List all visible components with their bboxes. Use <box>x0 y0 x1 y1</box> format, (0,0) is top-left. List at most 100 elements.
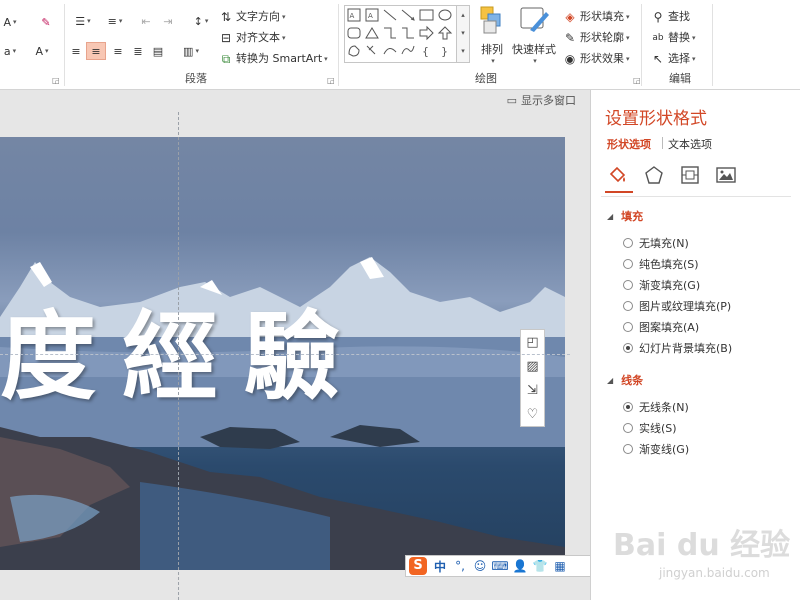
increase-indent-icon[interactable]: ⇥ <box>158 12 178 30</box>
find-button[interactable]: ⚲ 查找 <box>650 8 690 26</box>
cursor-arrow-icon: ↖ <box>652 52 664 66</box>
collapse-icon: ◢ <box>607 375 614 385</box>
fill-option[interactable]: 图案填充(A) <box>623 319 699 335</box>
pane-title: 设置形状格式 <box>605 109 707 129</box>
fill-section-header[interactable]: ◢ 填充 <box>607 208 643 224</box>
window-icon: ▭ <box>506 93 517 107</box>
ime-user-icon[interactable]: 👤 <box>510 559 530 573</box>
align-right-icon[interactable]: ≡ <box>108 42 128 60</box>
ime-chinese-mode[interactable]: 中 <box>430 558 450 575</box>
svg-text:A: A <box>350 12 355 20</box>
radio-circle-checked <box>623 343 633 353</box>
image-icon[interactable]: ▨ <box>521 354 544 378</box>
bullets-icon[interactable]: ☰ ▾ <box>68 12 98 30</box>
heart-icon[interactable]: ♡ <box>521 402 544 426</box>
binoculars-icon: ⚲ <box>653 10 663 24</box>
ime-skin-icon[interactable]: 👕 <box>530 559 550 573</box>
pen-icon: ✎ <box>564 31 576 45</box>
arrange-icon <box>480 6 501 34</box>
quick-styles-button[interactable]: 快速样式 ▾ <box>512 4 556 65</box>
effects-icon: ◉ <box>564 52 576 66</box>
line-spacing-icon[interactable]: ↕ ▾ <box>186 12 216 30</box>
ime-toolbox-icon[interactable]: ▦ <box>550 559 570 573</box>
radio-circle <box>623 301 633 311</box>
paint-bucket-icon: ◈ <box>565 10 575 24</box>
sogou-logo-icon[interactable]: S <box>409 557 427 575</box>
ribbon-separator <box>338 4 339 86</box>
quick-styles-icon <box>520 7 549 32</box>
font-color-button[interactable]: A ▾ <box>32 42 52 60</box>
picture-icon[interactable] <box>713 162 739 188</box>
align-left-icon[interactable]: ≡ <box>66 42 86 60</box>
tab-separator <box>662 137 663 149</box>
pane-divider <box>601 196 791 197</box>
ribbon-separator <box>64 4 65 86</box>
replace-icon: ab <box>652 33 664 43</box>
tab-shape-options[interactable]: 形状选项 <box>607 136 651 152</box>
text-direction-icon: ⇅ <box>220 10 232 24</box>
radio-circle <box>623 322 633 332</box>
font-group: A ▾ ✎ a ▾ A ▾ ◲ <box>0 0 64 89</box>
shape-style-icon[interactable]: ◰ <box>521 330 544 354</box>
vertical-guide <box>178 112 179 600</box>
shapes-gallery[interactable]: A A { } ▴ ▾ ▾ <box>344 5 470 63</box>
radio-circle <box>623 280 633 290</box>
text-direction-button[interactable]: ⇅ 文字方向 ▾ <box>218 8 286 26</box>
select-button[interactable]: ↖ 选择 ▾ <box>650 50 696 68</box>
horizontal-guide <box>0 354 570 355</box>
svg-text:{: { <box>422 45 429 58</box>
shape-effects-button[interactable]: ◉ 形状效果 ▾ <box>562 50 630 68</box>
editing-group-label: 编辑 <box>669 72 691 85</box>
distribute-icon[interactable]: ▤ <box>148 42 168 60</box>
floating-toolbar: ◰ ▨ ⇲ ♡ <box>520 329 545 427</box>
arrange-button[interactable]: 排列 ▾ <box>476 4 508 65</box>
show-multiple-windows[interactable]: ▭ 显示多窗口 <box>507 92 576 108</box>
drawing-dialog-launcher[interactable]: ◲ <box>633 76 641 85</box>
ime-keyboard-icon[interactable]: ⌨ <box>490 559 510 573</box>
font-shrink-button[interactable]: A ▾ <box>0 13 20 31</box>
format-shape-pane: 设置形状格式 形状选项 文本选项 ◢ 填充 无填充(N) 纯色填充(S) 渐变填… <box>590 90 800 600</box>
line-option[interactable]: 渐变线(G) <box>623 441 689 457</box>
shape-fill-button[interactable]: ◈ 形状填充 ▾ <box>562 8 629 26</box>
drawing-group-label: 绘图 <box>475 72 497 85</box>
slide-title-text[interactable]: 度經驗 <box>0 292 520 422</box>
crop-icon[interactable]: ⇲ <box>521 378 544 402</box>
replace-button[interactable]: ab 替换 ▾ <box>650 29 695 47</box>
tab-text-options[interactable]: 文本选项 <box>668 136 712 152</box>
svg-text:A: A <box>368 12 373 20</box>
columns-icon[interactable]: ▥ ▾ <box>176 42 206 60</box>
pane-icon-bar <box>605 162 795 190</box>
size-properties-icon[interactable] <box>677 162 703 188</box>
effects-pentagon-icon[interactable] <box>641 162 667 188</box>
fill-option[interactable]: 渐变填充(G) <box>623 277 700 293</box>
line-section-header[interactable]: ◢ 线条 <box>607 372 643 388</box>
active-icon-indicator <box>605 191 633 193</box>
fill-option-selected[interactable]: 幻灯片背景填充(B) <box>623 340 732 356</box>
numbering-icon[interactable]: ≡ ▾ <box>100 12 130 30</box>
radio-circle <box>623 259 633 269</box>
svg-text:}: } <box>441 45 448 58</box>
char-spacing-button[interactable]: a ▾ <box>0 42 20 60</box>
gallery-scroll[interactable]: ▴ ▾ ▾ <box>456 6 469 62</box>
fill-line-icon[interactable] <box>605 162 631 188</box>
paragraph-dialog-launcher[interactable]: ◲ <box>327 76 335 85</box>
ime-emoji-icon[interactable]: ☺ <box>470 559 490 573</box>
ime-punctuation-icon[interactable]: °, <box>450 559 470 573</box>
ime-toolbar: S 中 °, ☺ ⌨ 👤 👕 ▦ <box>405 555 593 577</box>
decrease-indent-icon[interactable]: ⇤ <box>136 12 156 30</box>
line-option[interactable]: 实线(S) <box>623 420 677 436</box>
fill-option[interactable]: 图片或纹理填充(P) <box>623 298 731 314</box>
align-center-icon[interactable]: ≡ <box>86 42 106 60</box>
font-dialog-launcher[interactable]: ◲ <box>52 76 60 85</box>
convert-smartart-button[interactable]: ⧉ 转换为 SmartArt ▾ <box>218 50 328 68</box>
radio-circle-checked <box>623 402 633 412</box>
shape-outline-button[interactable]: ✎ 形状轮廓 ▾ <box>562 29 630 47</box>
eraser-icon[interactable]: ✎ <box>36 13 56 31</box>
slide-canvas[interactable]: ▭ 显示多窗口 度經驗 ◰ ▨ ⇲ ♡ S 中 °, ☺ ⌨ 👤 👕 ▦ <box>0 90 593 600</box>
align-text-button[interactable]: ⊟ 对齐文本 ▾ <box>218 29 286 47</box>
line-option-selected[interactable]: 无线条(N) <box>623 399 689 415</box>
ribbon-separator <box>641 4 642 86</box>
fill-option[interactable]: 无填充(N) <box>623 235 689 251</box>
fill-option[interactable]: 纯色填充(S) <box>623 256 699 272</box>
justify-icon[interactable]: ≣ <box>128 42 148 60</box>
